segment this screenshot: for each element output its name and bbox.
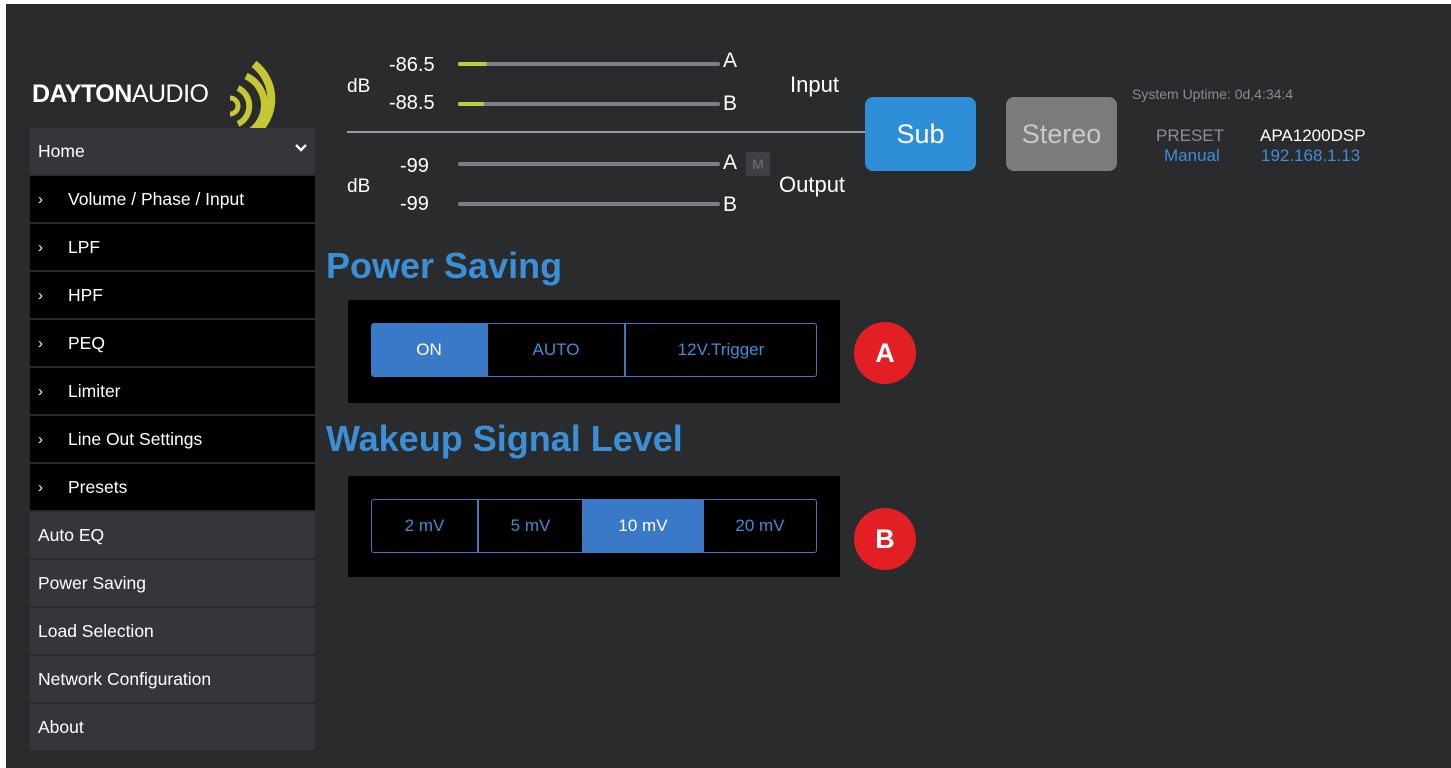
input-db-unit: dB	[347, 76, 371, 97]
sidebar-item-label: HPF	[68, 284, 103, 305]
power-saving-option-auto[interactable]: AUTO	[486, 324, 624, 376]
stereo-button[interactable]: Stereo	[1006, 97, 1117, 171]
sidebar-item-power-saving[interactable]: Power Saving	[30, 560, 315, 606]
sidebar-item-load-selection[interactable]: Load Selection	[30, 608, 315, 654]
input-label: Input	[790, 72, 839, 97]
sidebar-item-auto-eq[interactable]: Auto EQ	[30, 512, 315, 558]
input-b-value: -88.5	[389, 92, 435, 114]
system-uptime: System Uptime: 0d,4:34:4	[1132, 86, 1294, 102]
input-a-channel: A	[723, 49, 738, 72]
output-label: Output	[779, 172, 846, 197]
sidebar-item-lpf[interactable]: › LPF	[30, 224, 315, 270]
input-a-value: -86.5	[389, 54, 435, 76]
wakeup-option-10-mv[interactable]: 10 mV	[582, 500, 702, 552]
input-b-level	[458, 102, 485, 106]
input-a-meter	[458, 62, 720, 66]
sidebar-submenu: › Volume / Phase / Input › LPF › HPF › PEQ › Limi…	[30, 176, 315, 510]
output-a-meter	[458, 162, 720, 166]
sidebar-item-label: Load Selection	[38, 620, 154, 641]
sidebar-item-label: Volume / Phase / Input	[68, 188, 245, 209]
sidebar-main-menu: Auto EQ Power Saving Load Selection Network…	[30, 512, 315, 750]
dayton-audio-logo: DAYTONAUDIO	[32, 40, 292, 135]
wakeup-signal-selector: 2 mV 5 mV 10 mV 20 mV	[371, 499, 817, 553]
app-window: DAYTONAUDIO Home › Volume / Phase / Input…	[6, 4, 1451, 768]
device-ip: 192.168.1.13	[1261, 146, 1361, 165]
sidebar-item-hpf[interactable]: › HPF	[30, 272, 315, 318]
sidebar-item-home[interactable]: Home	[30, 128, 315, 174]
sidebar-item-about[interactable]: About	[30, 704, 315, 750]
chevron-right-icon: ›	[38, 430, 43, 448]
preset-mode: Manual	[1164, 146, 1220, 165]
output-b-value: -99	[400, 193, 429, 215]
device-model: APA1200DSP	[1260, 126, 1366, 145]
sidebar-item-line-out-settings[interactable]: › Line Out Settings	[30, 416, 315, 462]
sidebar-item-label: About	[38, 716, 84, 737]
logo-bold: DAYTON	[32, 80, 132, 108]
sidebar-item-label: Limiter	[68, 380, 121, 401]
sidebar-item-label: Line Out Settings	[68, 428, 203, 449]
chevron-right-icon: ›	[38, 238, 43, 256]
sidebar-item-label: Home	[38, 140, 85, 161]
power-saving-heading: Power Saving	[326, 245, 563, 286]
sub-button[interactable]: Sub	[865, 97, 976, 171]
sidebar-item-label: Auto EQ	[38, 524, 105, 545]
wakeup-option-20-mv[interactable]: 20 mV	[702, 500, 816, 552]
sidebar-item-presets[interactable]: › Presets	[30, 464, 315, 510]
wakeup-signal-heading: Wakeup Signal Level	[326, 418, 683, 459]
power-saving-option-12v-trigger[interactable]: 12V.Trigger	[624, 324, 816, 376]
chevron-right-icon: ›	[38, 334, 43, 352]
logo-thin: AUDIO	[131, 80, 209, 108]
power-saving-selector: ON AUTO 12V.Trigger	[371, 323, 817, 377]
chevron-down-icon	[295, 144, 307, 152]
input-b-channel: B	[723, 92, 738, 115]
sidebar-item-label: Power Saving	[38, 572, 146, 593]
output-a-value: -99	[400, 155, 429, 177]
sidebar-item-network-configuration[interactable]: Network Configuration	[30, 656, 315, 702]
sidebar-item-label: Presets	[68, 476, 128, 497]
output-db-unit: dB	[347, 176, 371, 197]
callout-badge-a: A	[854, 322, 916, 384]
chevron-right-icon: ›	[38, 478, 43, 496]
sidebar-item-label: PEQ	[68, 332, 105, 353]
output-b-meter	[458, 202, 720, 206]
mute-button[interactable]: M	[746, 152, 770, 176]
input-a-level	[458, 62, 487, 66]
output-b-channel: B	[723, 193, 738, 216]
output-a-channel: A	[723, 151, 738, 174]
sidebar-item-peq[interactable]: › PEQ	[30, 320, 315, 366]
chevron-right-icon: ›	[38, 286, 43, 304]
wakeup-option-5-mv[interactable]: 5 mV	[477, 500, 582, 552]
sidebar-item-label: Network Configuration	[38, 668, 212, 689]
wakeup-option-2-mv[interactable]: 2 mV	[372, 500, 477, 552]
preset-label: PRESET	[1156, 126, 1225, 145]
chevron-right-icon: ›	[38, 382, 43, 400]
logo-text: DAYTONAUDIO	[32, 80, 209, 109]
input-b-meter	[458, 102, 720, 106]
sidebar: Home › Volume / Phase / Input › LPF › HPF › PEQ…	[30, 128, 315, 752]
meter-divider	[347, 131, 867, 133]
sidebar-item-volume-phase-input[interactable]: › Volume / Phase / Input	[30, 176, 315, 222]
sidebar-item-label: LPF	[68, 236, 101, 257]
sidebar-item-limiter[interactable]: › Limiter	[30, 368, 315, 414]
chevron-right-icon: ›	[38, 190, 43, 208]
callout-badge-b: B	[854, 508, 916, 570]
power-saving-option-on[interactable]: ON	[372, 324, 486, 376]
